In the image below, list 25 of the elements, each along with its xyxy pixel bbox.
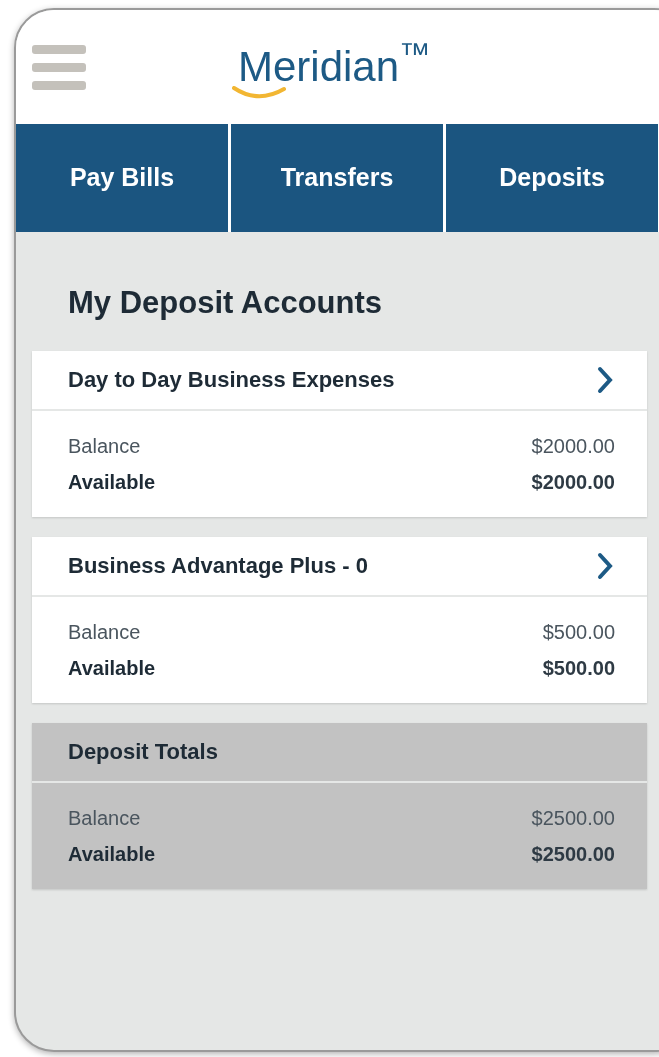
account-header[interactable]: Day to Day Business Expenses	[32, 350, 647, 409]
balance-amount: $500.00	[542, 619, 615, 645]
balance-amount: $2500.00	[531, 805, 615, 831]
available-amount: $500.00	[542, 655, 615, 681]
nav-tab[interactable]: Transfers	[231, 124, 443, 232]
nav-tab[interactable]: Pay Bills	[16, 124, 228, 232]
account-name: Deposit Totals	[68, 738, 218, 766]
page-title: My Deposit Accounts	[67, 284, 384, 322]
chevron-right-icon[interactable]	[597, 365, 613, 394]
balance-label: Balance	[68, 805, 141, 831]
nav-tab[interactable]: Deposits	[446, 124, 658, 232]
account-header[interactable]: Business Advantage Plus - 0	[32, 536, 647, 595]
smile-icon	[232, 86, 286, 100]
account-name: Business Advantage Plus - 0	[68, 552, 368, 580]
balance-label: Balance	[68, 433, 141, 459]
available-label: Available	[68, 655, 156, 681]
chevron-right-icon[interactable]	[597, 551, 613, 580]
balance-amount: $2000.00	[531, 433, 615, 459]
available-amount: $2500.00	[531, 841, 615, 867]
account-name: Day to Day Business Expenses	[68, 366, 395, 394]
available-label: Available	[68, 469, 156, 495]
balance-label: Balance	[68, 619, 141, 645]
available-amount: $2000.00	[531, 469, 615, 495]
logo-wordmark: Meridian$^{™}$	[238, 43, 431, 90]
available-label: Available	[68, 841, 156, 867]
